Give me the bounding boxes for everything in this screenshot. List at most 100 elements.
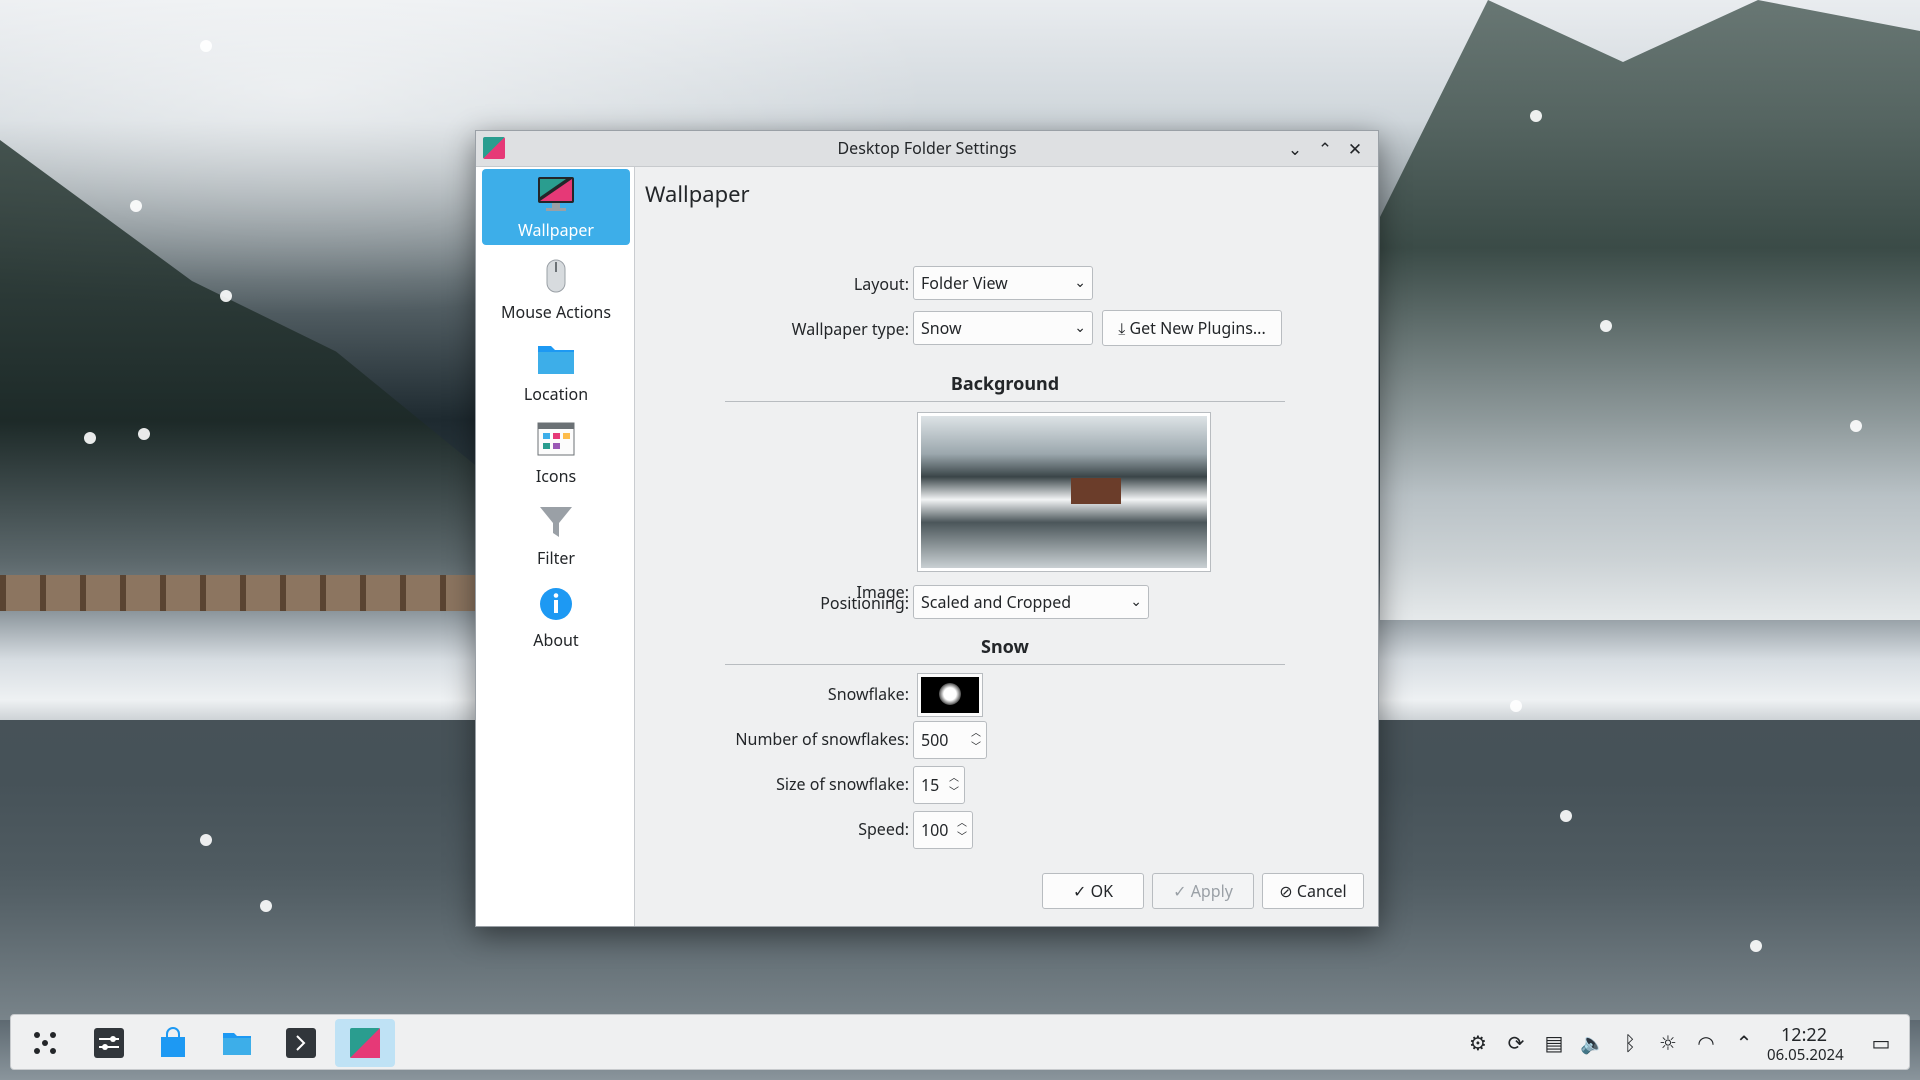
sidebar-item-label: Icons [535,465,577,487]
positioning-combobox[interactable]: Scaled and Cropped ⌄ [913,585,1149,619]
snowflake-count-label: Number of snowflakes: [735,728,909,750]
background-heading: Background [950,372,1060,396]
bluetooth-icon[interactable]: ᛒ [1618,1031,1642,1055]
snowflake-particle [200,40,212,52]
snowflake-particle [1850,420,1862,432]
settings-content: Wallpaper Layout: Folder View ⌄ Wallpape… [635,167,1378,926]
snowflake-particle [1750,940,1762,952]
get-new-plugins-label: Get New Plugins... [1129,317,1266,339]
snowflake-particle [1560,810,1572,822]
snowflake-particle [1600,320,1612,332]
expand-tray-icon[interactable]: ⌃ [1732,1031,1756,1055]
snowflake-particle [260,900,272,912]
wifi-icon[interactable]: ◠ [1694,1031,1718,1055]
snowflake-size-spinbox[interactable]: 15 ︿ ﹀ [913,766,965,804]
close-button[interactable]: ✕ [1343,137,1367,161]
mouse-icon [546,259,566,293]
filter-funnel-icon [540,507,572,537]
cabin-shape [1071,478,1121,504]
discover-store-button[interactable] [143,1019,203,1067]
desktop-settings-icon [350,1028,380,1058]
ok-button[interactable]: ✓ OK [1042,873,1144,909]
positioning-label: Positioning: [820,592,909,614]
layout-combobox[interactable]: Folder View ⌄ [913,266,1093,300]
layout-label: Layout: [853,273,909,295]
spin-arrows-icon[interactable]: ︿ ﹀ [970,725,982,753]
sidebar-item-label: Wallpaper [517,219,595,241]
apply-label: Apply [1190,880,1233,902]
forest-right [1380,0,1920,620]
cancel-button[interactable]: ⊘ Cancel [1262,873,1364,909]
sidebar-item-label: Filter [537,547,575,569]
snowflake-count-value: 500 [921,729,949,751]
snowflake-particle [1510,700,1522,712]
folder-icon [538,346,574,374]
apply-button[interactable]: ✓ Apply [1152,873,1254,909]
wallpaper-thumbnail [921,416,1207,568]
sidebar-item-mouse-actions[interactable]: Mouse Actions [482,251,630,327]
wallpaper-type-value: Snow [921,317,962,339]
positioning-value: Scaled and Cropped [921,591,1072,613]
snowflake-count-spinbox[interactable]: 500 ︿ ﹀ [913,721,987,759]
terminal-icon [286,1028,316,1058]
sidebar-item-about[interactable]: About [482,579,630,655]
spin-arrows-icon[interactable]: ︿ ﹀ [956,815,968,843]
maximize-button[interactable]: ⌃ [1313,137,1337,161]
bridge [0,575,480,611]
speed-spinbox[interactable]: 100 ︿ ﹀ [913,811,973,849]
info-icon [540,588,572,620]
app-launcher-icon [34,1032,56,1054]
sidebar-item-icons[interactable]: Icons [482,415,630,491]
snowflake-particle [138,428,150,440]
chevron-down-icon: ⌄ [1130,592,1142,611]
get-new-plugins-button[interactable]: ⤓ Get New Plugins... [1102,310,1282,346]
window-title: Desktop Folder Settings [837,137,1017,159]
spin-arrows-icon[interactable]: ︿ ﹀ [948,770,960,798]
snowflake-particle [200,834,212,846]
sidebar-item-filter[interactable]: Filter [482,497,630,573]
clock-date[interactable]: 06.05.2024 [1767,1045,1844,1065]
taskbar: ⚙ ⟳ ▤ 🔈 ᛒ ☼ ◠ ⌃ 12:22 06.05.2024 ▭ [10,1014,1910,1070]
wallpaper-image-preview[interactable] [917,412,1211,572]
sidebar-item-label: Location [523,383,589,405]
wallpaper-type-combobox[interactable]: Snow ⌄ [913,311,1093,345]
titlebar[interactable]: Desktop Folder Settings ⌄ ⌃ ✕ [476,131,1378,167]
snowflake-label: Snowflake: [827,683,909,705]
minimize-button[interactable]: ⌄ [1283,137,1307,161]
sidebar-item-location[interactable]: Location [482,333,630,409]
wallpaper-type-label: Wallpaper type: [791,318,909,340]
download-icon: ⤓ [1118,317,1130,339]
desktop-settings-task-button[interactable] [335,1019,395,1067]
sidebar-item-label: Mouse Actions [501,301,611,323]
speed-label: Speed: [858,818,909,840]
icons-grid-icon [537,422,575,456]
app-launcher-button[interactable] [15,1019,75,1067]
speed-value: 100 [921,819,949,841]
discover-store-icon [161,1027,185,1057]
snowflake-particle [1530,110,1542,122]
clipboard-icon[interactable]: ▤ [1542,1031,1566,1055]
brightness-icon[interactable]: ☼ [1656,1031,1680,1055]
file-manager-button[interactable] [207,1019,267,1067]
snow-divider [725,664,1285,665]
sidebar-item-wallpaper[interactable]: Wallpaper [482,169,630,245]
monitor-icon [538,177,574,211]
chevron-down-icon: ⌄ [1074,318,1086,337]
volume-icon[interactable]: 🔈 [1580,1031,1605,1055]
cancel-label: Cancel [1296,880,1347,902]
cancel-circle-icon: ⊘ [1279,880,1297,902]
page-title: Wallpaper [645,179,750,209]
updates-icon[interactable]: ⟳ [1504,1031,1528,1055]
desktop-folder-settings-dialog: Desktop Folder Settings ⌄ ⌃ ✕ Wallpaper … [475,130,1379,927]
system-settings-button[interactable] [79,1019,139,1067]
activity-icon[interactable]: ⚙ [1466,1031,1490,1055]
snowflake-particle [130,200,142,212]
snowflake-image-button[interactable] [917,673,983,717]
layout-value: Folder View [921,272,1008,294]
ok-label: OK [1090,880,1113,902]
clock-time[interactable]: 12:22 [1781,1023,1827,1047]
terminal-button[interactable] [271,1019,331,1067]
snowflake-particle [84,432,96,444]
snowflake-preview [921,677,979,713]
show-desktop-icon[interactable]: ▭ [1869,1031,1893,1055]
